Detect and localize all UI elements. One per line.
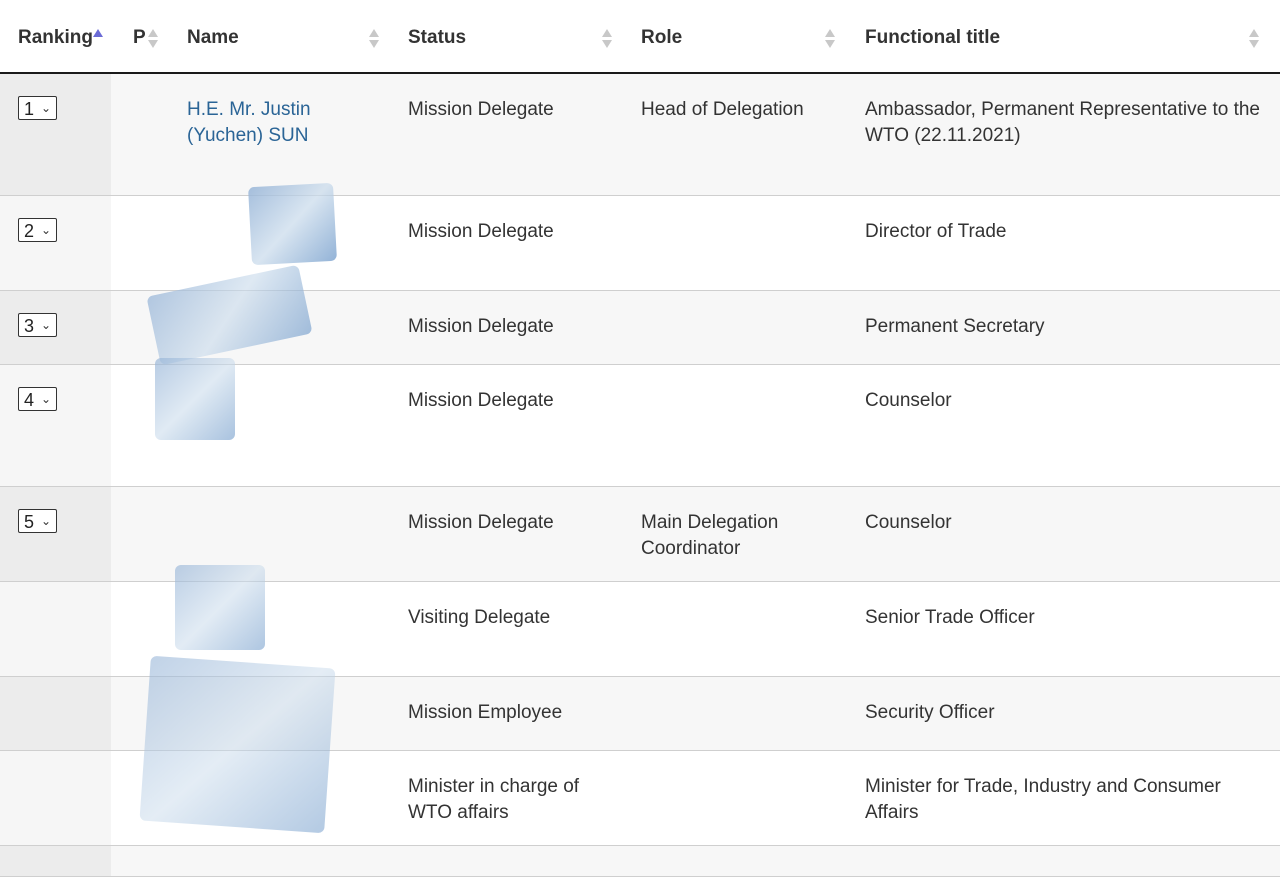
chevron-down-icon: ⌄ [40, 392, 51, 406]
redaction-overlay [139, 655, 336, 834]
functional-title-text: Counselor [865, 390, 952, 411]
ranking-value: 2 [24, 221, 35, 241]
functional-title-text: Ambassador, Permanent Representative to … [865, 99, 1261, 146]
functional-title-text: Security Officer [865, 702, 995, 723]
chevron-down-icon: ⌄ [40, 514, 51, 528]
ranking-cell [0, 582, 111, 676]
status-text: Mission Delegate [408, 221, 554, 242]
functional-title-text: Permanent Secretary [865, 316, 1045, 337]
ranking-value: 4 [24, 390, 35, 410]
functional-title-text: Counselor [865, 512, 952, 533]
table-header: Ranking P Name Status Role Functional ti… [0, 0, 1280, 74]
sort-arrows-icon[interactable] [602, 28, 612, 50]
redaction-overlay [155, 358, 235, 440]
ranking-select[interactable]: 1 ⌄ [18, 96, 57, 120]
ranking-value: 1 [24, 99, 35, 119]
sort-arrows-icon[interactable] [825, 28, 835, 50]
status-text: Mission Delegate [408, 390, 554, 411]
functional-title-text: Minister for Trade, Industry and Consume… [865, 776, 1221, 823]
ranking-cell [0, 487, 111, 581]
sort-arrows-icon[interactable] [369, 28, 379, 50]
status-text: Mission Delegate [408, 512, 554, 533]
ranking-cell [0, 751, 111, 845]
chevron-down-icon: ⌄ [40, 318, 51, 332]
role-text: Main Delegation Coordinator [641, 512, 779, 559]
ranking-value: 5 [24, 512, 35, 532]
column-header-p[interactable]: P [133, 27, 146, 49]
table-row: 1 ⌄ H.E. Mr. Justin (Yuchen) SUN Mission… [0, 74, 1280, 196]
ranking-cell [0, 365, 111, 486]
redaction-overlay [248, 182, 337, 266]
table-row: 2 ⌄ Mission Delegate Director of Trade [0, 196, 1280, 291]
ranking-value: 3 [24, 316, 35, 336]
redaction-overlay [175, 565, 265, 650]
status-text: Mission Delegate [408, 316, 554, 337]
status-text: Minister in charge of WTO affairs [408, 776, 580, 823]
column-header-role[interactable]: Role [641, 27, 682, 49]
role-text: Head of Delegation [641, 99, 804, 120]
column-header-functional-title[interactable]: Functional title [865, 27, 1000, 49]
status-text: Mission Delegate [408, 99, 554, 120]
sort-ascending-icon[interactable] [93, 28, 103, 50]
ranking-cell [0, 846, 111, 876]
chevron-down-icon: ⌄ [40, 101, 51, 115]
column-header-ranking[interactable]: Ranking [18, 27, 93, 49]
sort-arrows-icon[interactable] [148, 28, 158, 50]
column-header-name[interactable]: Name [187, 27, 239, 49]
functional-title-text: Director of Trade [865, 221, 1007, 242]
ranking-select[interactable]: 3 ⌄ [18, 313, 57, 337]
ranking-cell [0, 677, 111, 750]
column-header-status[interactable]: Status [408, 27, 466, 49]
functional-title-text: Senior Trade Officer [865, 607, 1035, 628]
delegate-name-link[interactable]: H.E. Mr. Justin (Yuchen) SUN [187, 97, 367, 149]
ranking-select[interactable]: 2 ⌄ [18, 218, 57, 242]
ranking-select[interactable]: 4 ⌄ [18, 387, 57, 411]
ranking-select[interactable]: 5 ⌄ [18, 509, 57, 533]
sort-arrows-icon[interactable] [1249, 28, 1259, 50]
ranking-cell [0, 196, 111, 290]
status-text: Visiting Delegate [408, 607, 551, 628]
ranking-cell [0, 74, 111, 195]
chevron-down-icon: ⌄ [40, 223, 51, 237]
status-text: Mission Employee [408, 702, 563, 723]
delegation-table: Ranking P Name Status Role Functional ti… [0, 0, 1280, 877]
